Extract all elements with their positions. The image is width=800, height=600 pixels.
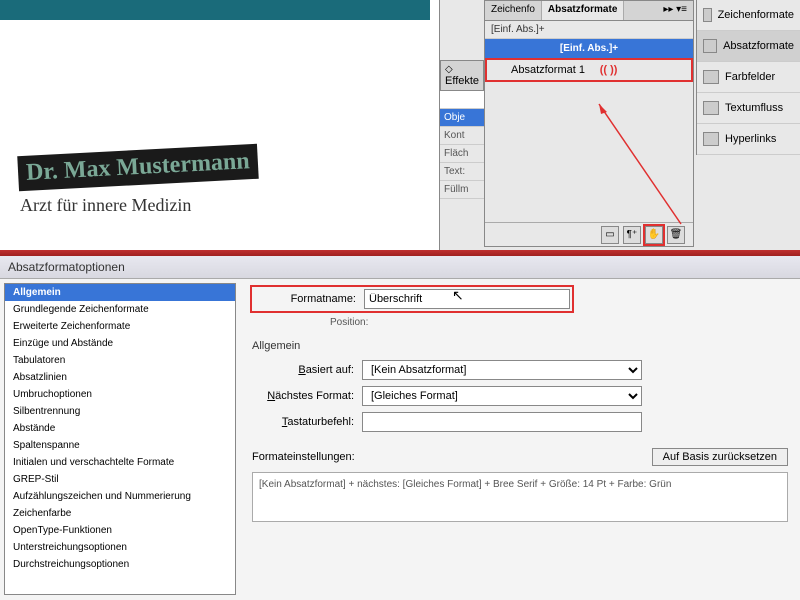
effects-item[interactable]: Kont (440, 127, 484, 145)
reset-button[interactable]: Auf Basis zurücksetzen (652, 448, 788, 466)
formatname-label: Formatname: (254, 293, 364, 305)
tastatur-input[interactable] (362, 412, 642, 432)
cat-item[interactable]: Absatzlinien (5, 369, 235, 386)
cat-item[interactable]: GREP-Stil (5, 471, 235, 488)
trash-icon[interactable]: 🗑 (667, 226, 685, 244)
cat-item[interactable]: Silbentrennung (5, 403, 235, 420)
sidebar-farbfelder[interactable]: Farbfelder (697, 62, 800, 93)
effects-item[interactable] (440, 91, 484, 109)
panel-menu-icon[interactable]: ▸▸ ▾≡ (657, 1, 693, 20)
absatz-style-basic[interactable]: [Einf. Abs.]+ (485, 39, 693, 58)
cat-item[interactable]: Erweiterte Zeichenformate (5, 318, 235, 335)
naechstes-label: Nächstes Format: (252, 390, 362, 402)
new-group-icon[interactable]: ¶⁺ (623, 226, 641, 244)
basiert-select[interactable]: [Kein Absatzformat] (362, 360, 642, 380)
doc-teal-bar (0, 0, 430, 20)
effects-item[interactable]: Obje (440, 109, 484, 127)
cat-item[interactable]: Zeichenfarbe (5, 505, 235, 522)
cat-allgemein[interactable]: Allgemein (5, 284, 235, 301)
char-format-icon (703, 8, 712, 22)
absatzformate-panel: Zeichenfo Absatzformate ▸▸ ▾≡ [Einf. Abs… (484, 0, 694, 247)
panels-area: ◇ Effekte Obje Kont Fläch Text: Füllm Ze… (440, 0, 800, 250)
cat-item[interactable]: Abstände (5, 420, 235, 437)
doc-heading-text: Dr. Max Mustermann (17, 144, 258, 192)
cat-item[interactable]: OpenType-Funktionen (5, 522, 235, 539)
effects-panel: ◇ Effekte Obje Kont Fläch Text: Füllm (440, 60, 484, 199)
swatches-icon (703, 70, 719, 84)
cat-item[interactable]: Initialen und verschachtelte Formate (5, 454, 235, 471)
right-sidebar: Zeichenformate Absatzformate Farbfelder … (696, 0, 800, 155)
dialog-title: Absatzformatoptionen (0, 256, 800, 279)
effects-item[interactable]: Text: (440, 163, 484, 181)
position-label: Position: (330, 317, 788, 328)
sidebar-absatzformate[interactable]: Absatzformate (697, 31, 800, 62)
absatz-breadcrumb: [Einf. Abs.]+ (485, 21, 693, 39)
dialog-absatzformatoptionen: Absatzformatoptionen Allgemein Grundlege… (0, 256, 800, 600)
doc-subheading: Arzt für innere Medizin (20, 195, 191, 216)
sidebar-zeichenformate[interactable]: Zeichenformate (697, 0, 800, 31)
absatz-style-1-label: Absatzformat 1 (511, 64, 585, 76)
cat-item[interactable]: Grundlegende Zeichenformate (5, 301, 235, 318)
sidebar-hyperlinks[interactable]: Hyperlinks (697, 124, 800, 155)
folder-icon[interactable]: ▭ (601, 226, 619, 244)
cat-item[interactable]: Aufzählungszeichen und Nummerierung (5, 488, 235, 505)
effects-item[interactable]: Füllm (440, 181, 484, 199)
annotation-paren: (( )) (600, 64, 618, 76)
textwrap-icon (703, 101, 719, 115)
new-style-icon[interactable]: ✋ (645, 226, 663, 244)
cat-item[interactable]: Einzüge und Abstände (5, 335, 235, 352)
cat-item[interactable]: Unterstreichungsoptionen (5, 539, 235, 556)
document-preview: Dr. Max Mustermann Arzt für innere Mediz… (0, 0, 440, 250)
naechstes-select[interactable]: [Gleiches Format] (362, 386, 642, 406)
doc-heading: Dr. Max Mustermann (17, 144, 258, 192)
dialog-category-list[interactable]: Allgemein Grundlegende Zeichenformate Er… (4, 283, 236, 595)
effects-item[interactable]: Fläch (440, 145, 484, 163)
cat-item[interactable]: Spaltenspanne (5, 437, 235, 454)
tab-absatzformate[interactable]: Absatzformate (542, 1, 624, 20)
cat-item[interactable]: Umbruchoptionen (5, 386, 235, 403)
absatz-style-1[interactable]: Absatzformat 1 (( )) (485, 58, 693, 82)
settings-summary: [Kein Absatzformat] + nächstes: [Gleiche… (252, 472, 788, 522)
basiert-label: Basiert auf: (252, 364, 362, 376)
hyperlinks-icon (703, 132, 719, 146)
dialog-main: Formatname: Position: Allgemein Basiert … (240, 279, 800, 599)
cat-item[interactable]: Durchstreichungsoptionen (5, 556, 235, 573)
section-allgemein: Allgemein (252, 340, 788, 352)
tastatur-label: Tastaturbefehl: (252, 416, 362, 428)
sidebar-textumfluss[interactable]: Textumfluss (697, 93, 800, 124)
para-format-icon (703, 39, 717, 53)
cat-item[interactable]: Tabulatoren (5, 352, 235, 369)
effects-tab[interactable]: ◇ Effekte (440, 60, 484, 91)
settings-label: Formateinstellungen: (252, 451, 355, 463)
formatname-input[interactable] (364, 289, 570, 309)
tab-zeichenformate[interactable]: Zeichenfo (485, 1, 542, 20)
